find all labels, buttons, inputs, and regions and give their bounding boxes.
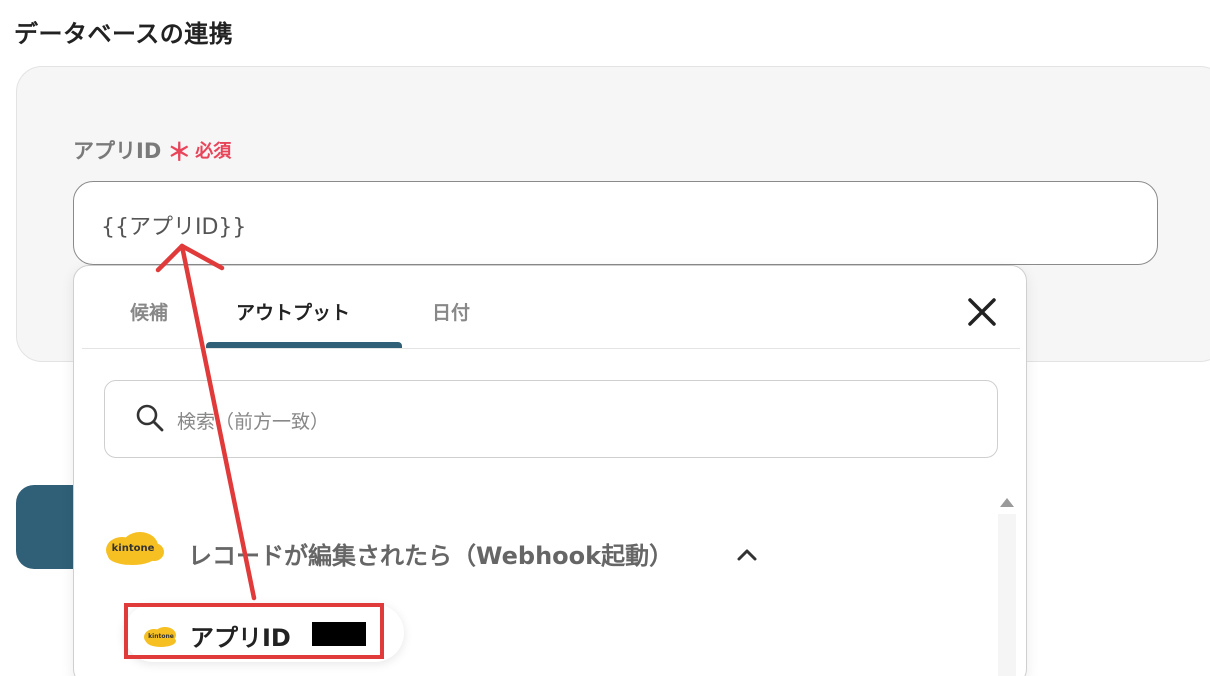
highlight-box xyxy=(124,603,384,659)
tab-output[interactable]: アウトプット xyxy=(236,298,350,325)
search-placeholder: 検索（前方一致） xyxy=(177,411,330,433)
output-group-label[interactable]: レコードが編集されたら（Webhook起動） xyxy=(188,536,673,571)
tab-date[interactable]: 日付 xyxy=(432,298,470,325)
tab-divider xyxy=(82,348,1020,349)
close-button[interactable] xyxy=(964,294,1000,330)
search-input[interactable]: 検索（前方一致） xyxy=(104,380,998,458)
kintone-logo-text: kintone xyxy=(111,542,155,554)
search-icon xyxy=(136,404,164,432)
required-star: ＊ xyxy=(167,138,192,166)
app-id-label-text: アプリID xyxy=(73,138,162,163)
scrollbar-track[interactable] xyxy=(998,514,1016,676)
app-id-input[interactable]: {{アプリID}} xyxy=(73,181,1158,265)
required-text: 必須 xyxy=(195,140,232,162)
kintone-group-logo: kintone xyxy=(102,528,164,568)
tab-candidates[interactable]: 候補 xyxy=(130,298,168,325)
section-title: データベースの連携 xyxy=(14,20,234,48)
chevron-up-icon[interactable] xyxy=(736,548,758,562)
scroll-up-arrow-icon[interactable] xyxy=(1000,498,1014,507)
app-id-input-value: {{アプリID}} xyxy=(101,215,247,240)
app-id-label: アプリID ＊ 必須 xyxy=(73,132,231,167)
close-icon xyxy=(968,298,996,326)
